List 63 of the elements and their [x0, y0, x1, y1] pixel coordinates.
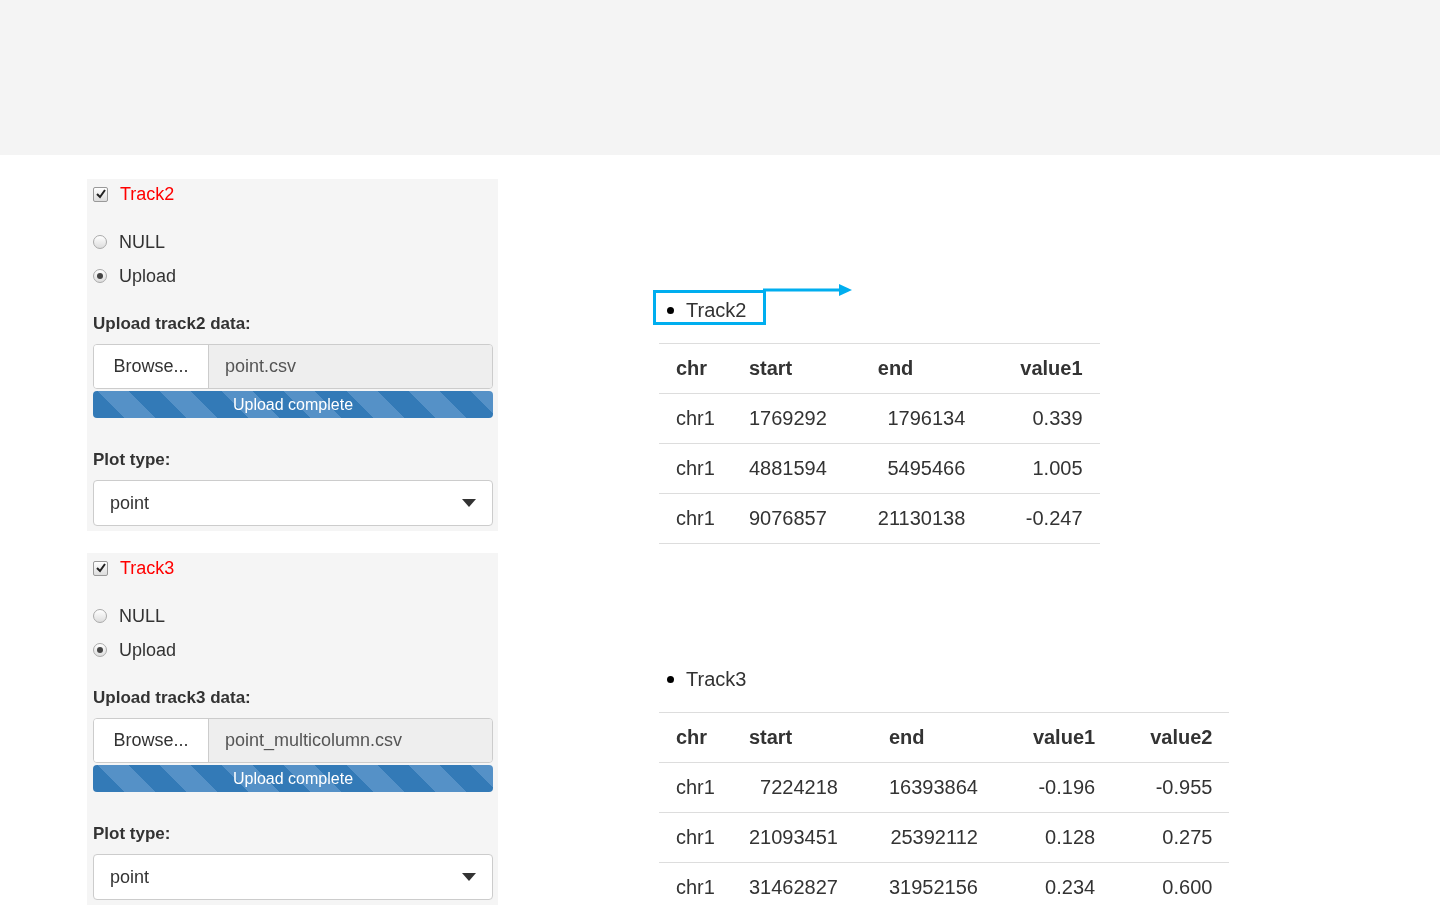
upload-label: Upload track2 data:	[93, 314, 252, 334]
table-cell: -0.196	[994, 762, 1113, 813]
caret-icon	[462, 499, 476, 507]
upload-label: Upload track3 data:	[93, 688, 252, 708]
table-cell: chr1	[659, 762, 732, 813]
table-cell: 9076857	[731, 493, 851, 544]
radio-button[interactable]	[93, 269, 107, 283]
plot-type-label: Plot type:	[93, 824, 172, 844]
table-cell: 1796134	[850, 393, 983, 444]
column-header: start	[731, 712, 862, 763]
column-header: value1	[994, 712, 1113, 763]
radio-button[interactable]	[93, 643, 107, 657]
table-cell: 1769292	[731, 393, 851, 444]
table-title: Track2	[686, 298, 747, 322]
table-cell: 25392112	[861, 812, 995, 863]
column-header: value1	[982, 343, 1100, 394]
table-cell: 4881594	[731, 443, 851, 494]
column-header: end	[850, 343, 983, 394]
bullet-icon	[667, 675, 674, 683]
track-label: Track2	[120, 183, 175, 205]
table-cell: 1.005	[982, 443, 1100, 494]
column-header: chr	[659, 712, 732, 763]
radio-button[interactable]	[93, 235, 107, 249]
radio-label: Upload	[119, 639, 177, 661]
table-cell: -0.955	[1112, 762, 1230, 813]
upload-progress-bar: Upload complete	[93, 391, 493, 418]
table-cell: 0.339	[982, 393, 1100, 444]
table-cell: 7224218	[731, 762, 862, 813]
table-cell: chr1	[659, 812, 732, 863]
arrow-icon	[763, 284, 852, 296]
checkbox[interactable]	[93, 186, 108, 202]
table-cell: chr1	[659, 393, 732, 444]
plot-type-label: Plot type:	[93, 450, 172, 470]
upload-progress-bar: Upload complete	[93, 765, 493, 792]
table-cell: -0.247	[982, 493, 1100, 544]
column-header: value2	[1112, 712, 1230, 763]
table-cell: 0.600	[1112, 862, 1230, 909]
radio-label: Upload	[119, 265, 177, 287]
caret-icon	[462, 873, 476, 881]
table-cell: 31952156	[861, 862, 995, 909]
table-cell: 0.234	[994, 862, 1113, 909]
table-cell: 21130138	[850, 493, 983, 544]
table-cell: chr1	[659, 443, 732, 494]
table-cell: 21093451	[731, 812, 862, 863]
checkbox[interactable]	[93, 560, 108, 576]
column-header: chr	[659, 343, 732, 394]
track-label: Track3	[120, 557, 175, 579]
column-header: start	[731, 343, 851, 394]
plot-type-select[interactable]: point	[93, 480, 493, 526]
table-cell: chr1	[659, 862, 732, 909]
radio-label: NULL	[119, 605, 166, 627]
table-cell: 0.128	[994, 812, 1113, 863]
radio-button[interactable]	[93, 609, 107, 623]
bullet-icon	[667, 306, 674, 314]
table-cell: 5495466	[850, 443, 983, 494]
table-title: Track3	[686, 667, 747, 691]
table-cell: 31462827	[731, 862, 862, 909]
table-cell: chr1	[659, 493, 732, 544]
column-header: end	[861, 712, 995, 763]
radio-label: NULL	[119, 231, 166, 253]
plot-type-select[interactable]: point	[93, 854, 493, 900]
table-cell: 0.275	[1112, 812, 1230, 863]
table-cell: 16393864	[861, 762, 995, 813]
